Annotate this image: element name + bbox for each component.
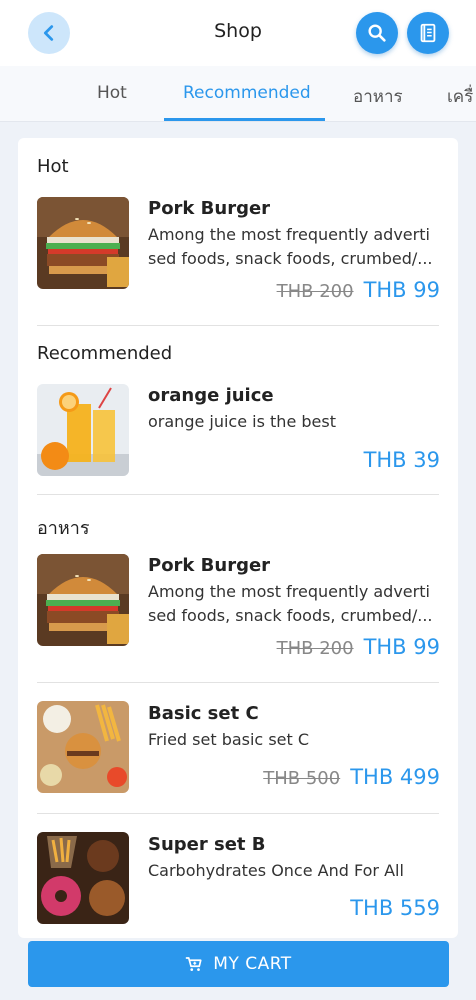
section-title-recommended: Recommended	[37, 343, 173, 364]
section-title-food: อาหาร	[37, 518, 90, 539]
desc-line: Fried set basic set C	[148, 730, 310, 749]
orange-juice-image	[37, 384, 129, 476]
desc-line: sed foods, snack foods, crumbed/...	[148, 606, 433, 625]
divider	[37, 682, 439, 683]
item-description: Fried set basic set C	[148, 728, 440, 752]
search-icon	[368, 24, 386, 42]
current-price: THB 99	[363, 278, 440, 302]
current-price: THB 99	[363, 635, 440, 659]
current-price: THB 559	[350, 896, 440, 920]
app-header: Shop	[0, 0, 476, 66]
menu-item[interactable]: orange juice orange juice is the best TH…	[18, 383, 458, 493]
my-cart-button[interactable]: MY CART	[28, 941, 449, 987]
menu-item[interactable]: Basic set C Fried set basic set C THB 50…	[18, 701, 458, 811]
item-description: Among the most frequently adverti sed fo…	[148, 223, 440, 271]
old-price: THB 500	[263, 768, 341, 789]
tab-drinks[interactable]: เครื่	[447, 83, 473, 110]
item-price: THB 500 THB 499	[263, 765, 440, 789]
item-description: Carbohydrates Once And For All	[148, 859, 440, 883]
item-price: THB 200 THB 99	[277, 278, 440, 302]
item-name: Pork Burger	[148, 555, 271, 576]
divider	[37, 813, 439, 814]
category-tabs: Hot Recommended อาหาร เครื่	[0, 66, 476, 122]
tab-recommended[interactable]: Recommended	[183, 83, 311, 103]
item-name: orange juice	[148, 385, 274, 406]
tab-food[interactable]: อาหาร	[353, 83, 403, 110]
desc-line: Among the most frequently adverti	[148, 225, 430, 244]
super-set-image	[37, 832, 129, 924]
menu-item[interactable]: Pork Burger Among the most frequently ad…	[18, 196, 458, 306]
cart-icon	[185, 957, 202, 971]
fried-set-image	[37, 701, 129, 793]
old-price: THB 200	[276, 281, 354, 302]
item-price: THB 39	[364, 448, 440, 472]
item-name: Pork Burger	[148, 198, 271, 219]
item-description: orange juice is the best	[148, 410, 440, 434]
tab-hot[interactable]: Hot	[97, 83, 127, 103]
item-name: Super set B	[148, 834, 266, 855]
menu-card: Hot Pork Burger Among the most frequentl…	[18, 138, 458, 938]
menu-book-button[interactable]	[407, 12, 449, 54]
item-name: Basic set C	[148, 703, 259, 724]
desc-line: Carbohydrates Once And For All	[148, 861, 404, 880]
item-price: THB 200 THB 99	[277, 635, 440, 659]
old-price: THB 200	[276, 638, 354, 659]
divider	[37, 325, 439, 326]
cart-label: MY CART	[213, 954, 292, 974]
menu-item[interactable]: Pork Burger Among the most frequently ad…	[18, 553, 458, 663]
current-price: THB 39	[363, 448, 440, 472]
page-title: Shop	[214, 20, 262, 42]
item-price: THB 559	[350, 896, 440, 920]
burger-image	[37, 197, 129, 289]
active-tab-indicator	[164, 118, 325, 121]
divider	[37, 494, 439, 495]
menu-item[interactable]: Super set B Carbohydrates Once And For A…	[18, 832, 458, 938]
desc-line: sed foods, snack foods, crumbed/...	[148, 249, 433, 268]
burger-image	[37, 554, 129, 646]
current-price: THB 499	[350, 765, 440, 789]
desc-line: Among the most frequently adverti	[148, 582, 430, 601]
item-description: Among the most frequently adverti sed fo…	[148, 580, 440, 628]
section-title-hot: Hot	[37, 156, 69, 177]
desc-line: orange juice is the best	[148, 412, 336, 431]
book-icon	[420, 23, 436, 43]
search-button[interactable]	[356, 12, 398, 54]
